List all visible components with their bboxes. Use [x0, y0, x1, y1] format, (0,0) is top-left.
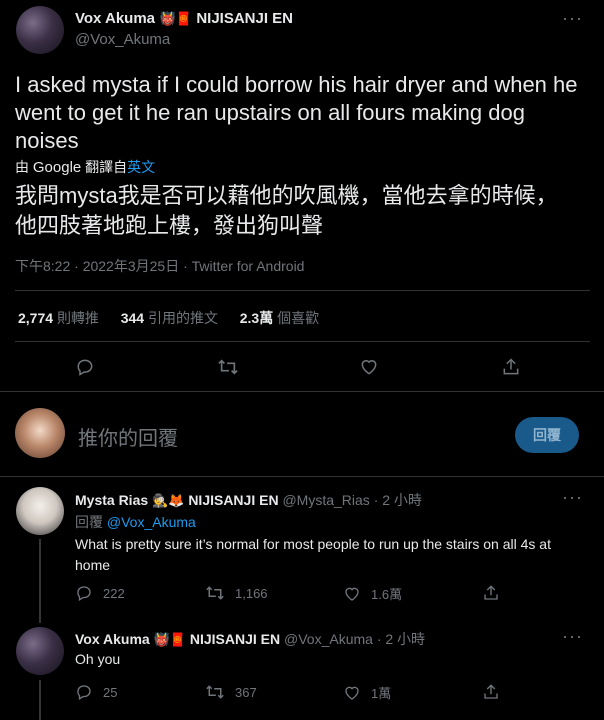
thread-line — [39, 680, 41, 720]
org-name: NIJISANJI EN — [188, 492, 279, 508]
avatar[interactable] — [16, 627, 64, 675]
like-icon[interactable] — [343, 684, 361, 702]
likes-count[interactable]: 2.3萬 — [240, 310, 273, 326]
retweet-action[interactable]: 1,166 — [205, 584, 268, 602]
org-name: NIJISANJI EN — [189, 631, 281, 647]
stats-row: 2,774 則轉推 344 引用的推文 2.3萬 個喜歡 — [18, 308, 319, 328]
divider — [15, 290, 590, 291]
share-icon[interactable] — [482, 683, 500, 701]
more-icon[interactable]: ··· — [562, 626, 583, 647]
handle[interactable]: @Vox_Akuma — [75, 31, 170, 48]
share-icon[interactable] — [501, 357, 521, 377]
display-name[interactable]: Vox Akuma — [75, 10, 155, 27]
like-count: 1萬 — [371, 686, 392, 701]
translation-row: 由 Google 翻譯自英文 — [15, 157, 155, 177]
like-action[interactable]: 1萬 — [343, 683, 391, 702]
google-label: Google — [32, 159, 82, 176]
reply-icon[interactable] — [75, 683, 93, 701]
org-name: NIJISANJI EN — [196, 10, 294, 27]
timestamp[interactable]: · 2 小時 — [377, 631, 425, 647]
translate-lang-link[interactable]: 英文 — [127, 159, 155, 175]
reply-icon[interactable] — [75, 357, 95, 377]
name-emoji: 👹🧧 — [153, 632, 186, 647]
like-action[interactable]: 1.6萬 — [343, 584, 402, 603]
reply-to-link[interactable]: @Vox_Akuma — [107, 514, 196, 530]
my-avatar[interactable] — [15, 408, 65, 458]
reply-author: Vox Akuma 👹🧧 NIJISANJI EN @Vox_Akuma · 2… — [75, 629, 425, 649]
display-name[interactable]: Vox Akuma — [75, 631, 150, 647]
reply-count: 222 — [103, 585, 125, 601]
divider — [0, 476, 604, 477]
retweet-icon[interactable] — [205, 683, 225, 701]
divider — [15, 341, 590, 342]
name-emoji: 👹🧧 — [159, 11, 192, 26]
quotes-count[interactable]: 344 — [121, 310, 144, 326]
more-icon[interactable]: ··· — [562, 8, 583, 29]
reply-prefix: 回覆 — [75, 514, 103, 530]
retweets-label[interactable]: 則轉推 — [57, 310, 99, 326]
more-icon[interactable]: ··· — [562, 487, 583, 508]
like-icon[interactable] — [359, 357, 379, 377]
reply-text: Oh you — [75, 651, 121, 667]
translate-prefix: 由 — [15, 159, 29, 175]
thread-line — [39, 539, 41, 623]
tweet-author: Vox Akuma 👹🧧 NIJISANJI EN — [75, 10, 293, 28]
tweet-meta[interactable]: 下午8:22 · 2022年3月25日 · Twitter for Androi… — [15, 256, 304, 276]
reply-icon[interactable] — [75, 584, 93, 602]
name-emoji: 🕵🦊 — [152, 493, 185, 508]
retweet-icon[interactable] — [205, 584, 225, 602]
like-count: 1.6萬 — [371, 587, 403, 602]
reply-text: What is pretty sure it’s normal for most… — [75, 536, 551, 573]
translate-mid: 翻譯自 — [85, 159, 128, 175]
avatar[interactable] — [16, 6, 64, 54]
reply-action[interactable]: 25 — [75, 683, 117, 701]
reply-author: Mysta Rias 🕵🦊 NIJISANJI EN @Mysta_Rias ·… — [75, 490, 422, 510]
reply-action[interactable]: 222 — [75, 584, 125, 602]
avatar[interactable] — [16, 487, 64, 535]
like-icon[interactable] — [343, 585, 361, 603]
retweet-count: 1,166 — [235, 585, 268, 601]
retweet-icon[interactable] — [217, 357, 239, 377]
translated-text: 我問mysta我是否可以藉他的吹風機，當他去拿的時候，他四肢著地跑上樓，發出狗叫… — [15, 183, 558, 238]
timestamp[interactable]: · 2 小時 — [374, 492, 422, 508]
reply-button[interactable]: 回覆 — [515, 417, 579, 453]
likes-label[interactable]: 個喜歡 — [277, 310, 319, 326]
display-name[interactable]: Mysta Rias — [75, 492, 148, 508]
replying-to: 回覆 @Vox_Akuma — [75, 512, 196, 532]
handle[interactable]: @Mysta_Rias — [282, 492, 369, 508]
retweet-count: 367 — [235, 684, 257, 700]
retweet-action[interactable]: 367 — [205, 683, 257, 701]
share-icon[interactable] — [482, 584, 500, 602]
handle[interactable]: @Vox_Akuma — [284, 631, 373, 647]
quotes-label[interactable]: 引用的推文 — [148, 310, 218, 326]
reply-input[interactable]: 推你的回覆 — [78, 422, 178, 451]
reply-count: 25 — [103, 684, 118, 700]
tweet-text: I asked mysta if I could borrow his hair… — [15, 72, 578, 153]
divider — [0, 391, 604, 392]
retweets-count[interactable]: 2,774 — [18, 310, 53, 326]
